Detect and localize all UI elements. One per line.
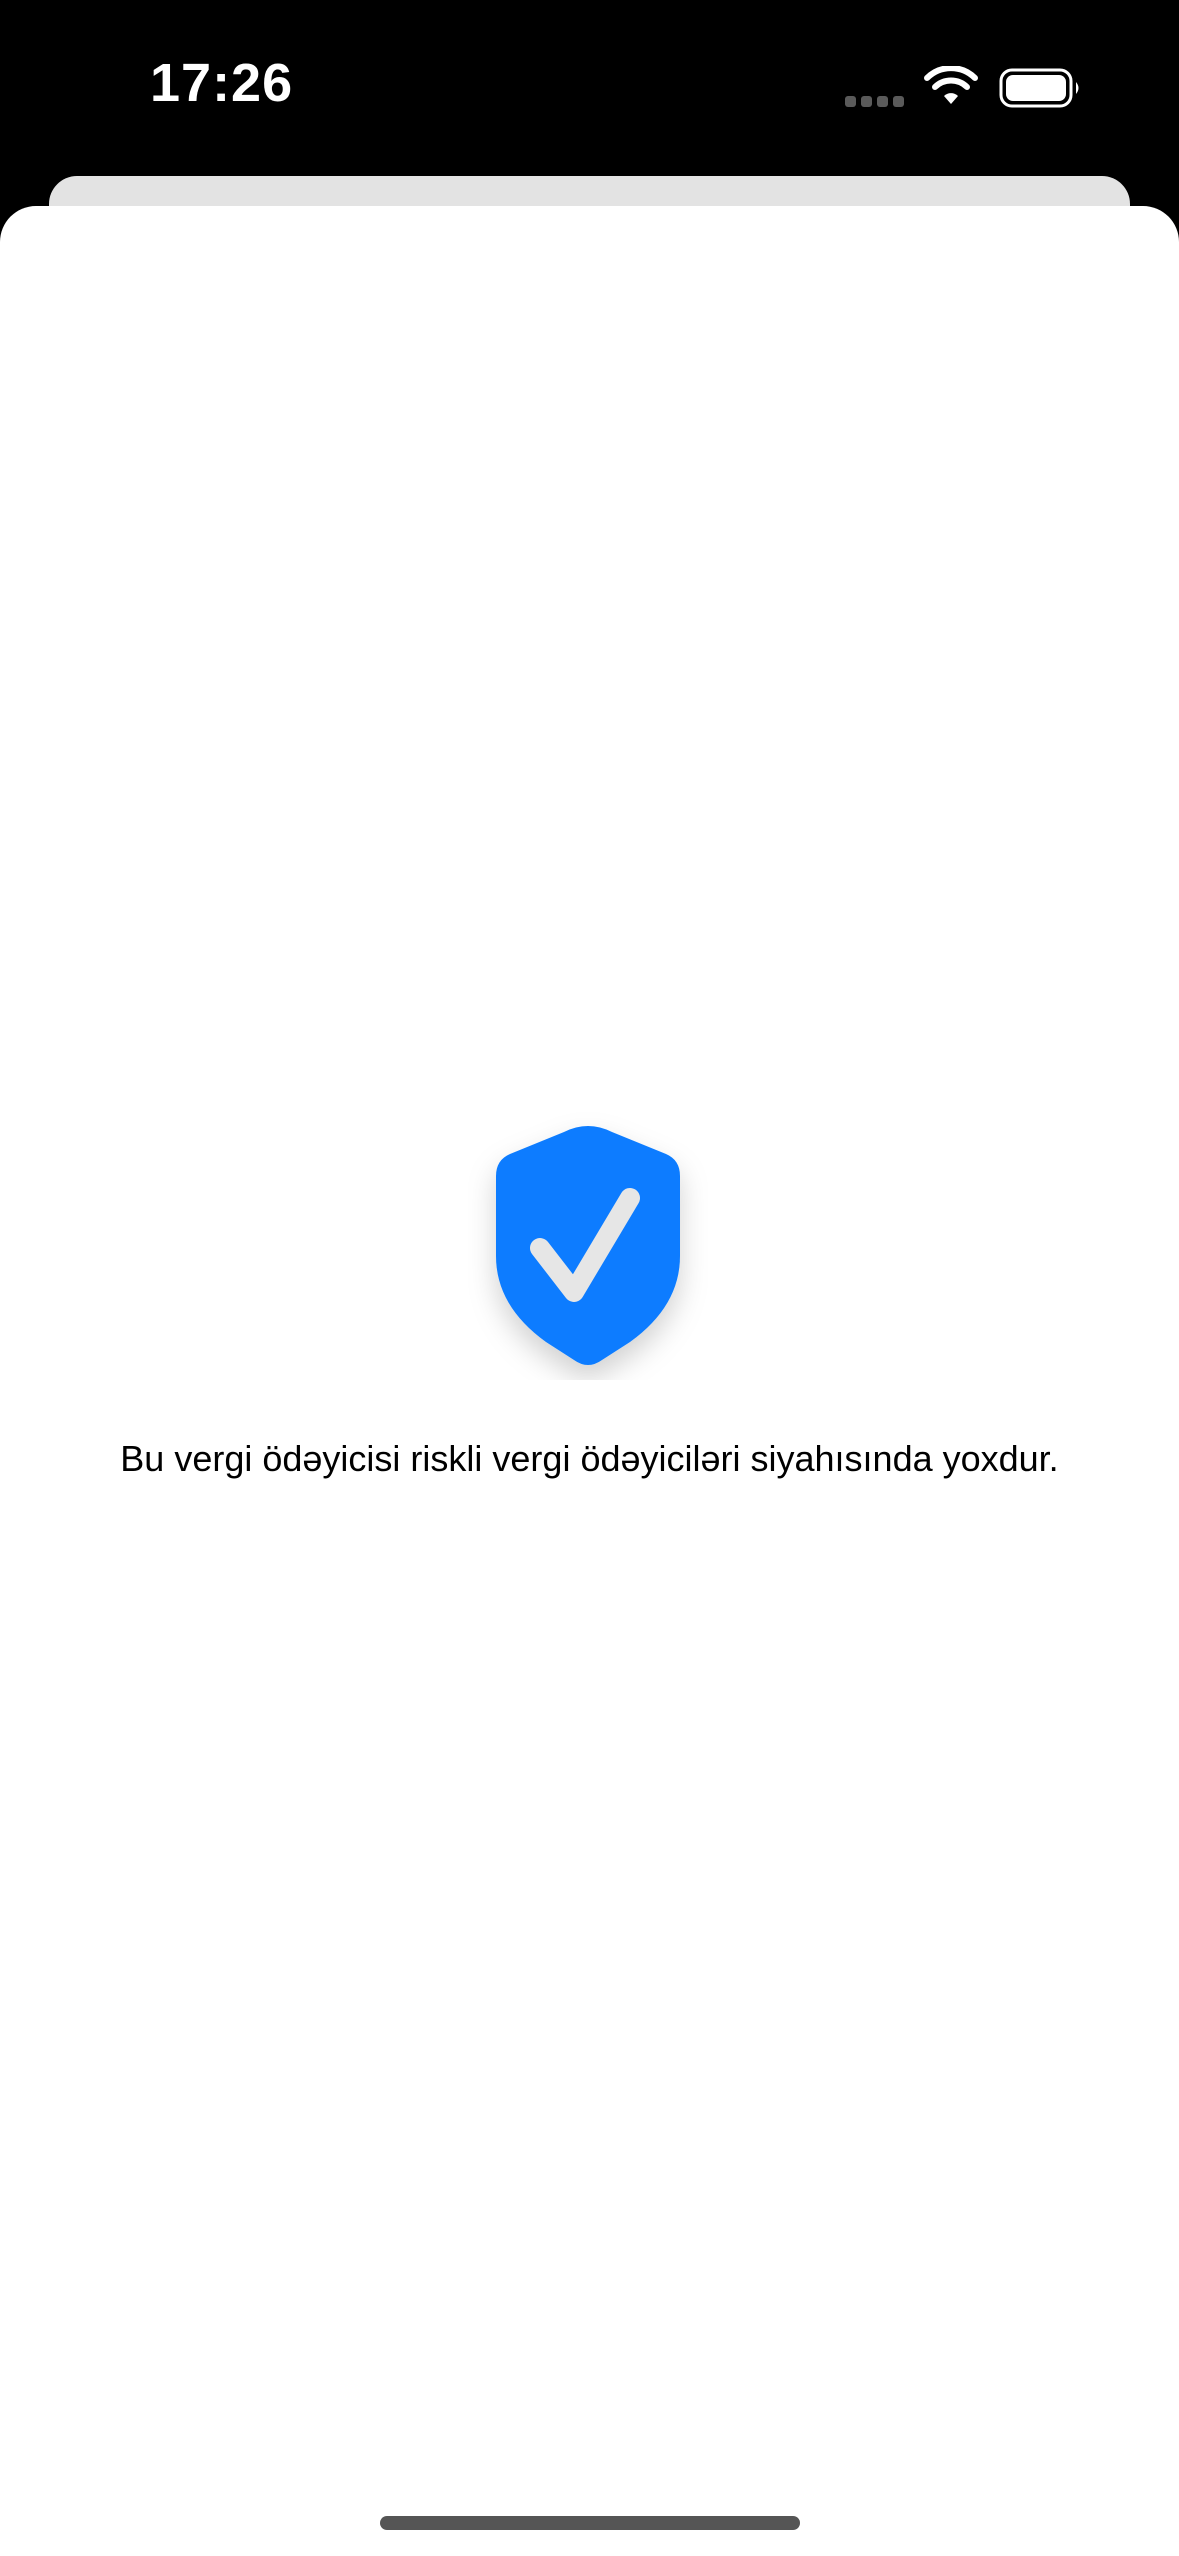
battery-icon [999, 68, 1079, 108]
result-message: Bu vergi ödəyicisi riskli vergi ödəyicil… [120, 1438, 1059, 1479]
home-indicator[interactable] [380, 2516, 800, 2530]
shield-check-icon [496, 1126, 680, 1365]
status-bar: 17:26 [0, 0, 1179, 176]
wifi-icon [924, 66, 978, 104]
status-time: 17:26 [150, 53, 294, 113]
cellular-signal-icon [845, 96, 905, 108]
result-sheet [0, 206, 1179, 2556]
